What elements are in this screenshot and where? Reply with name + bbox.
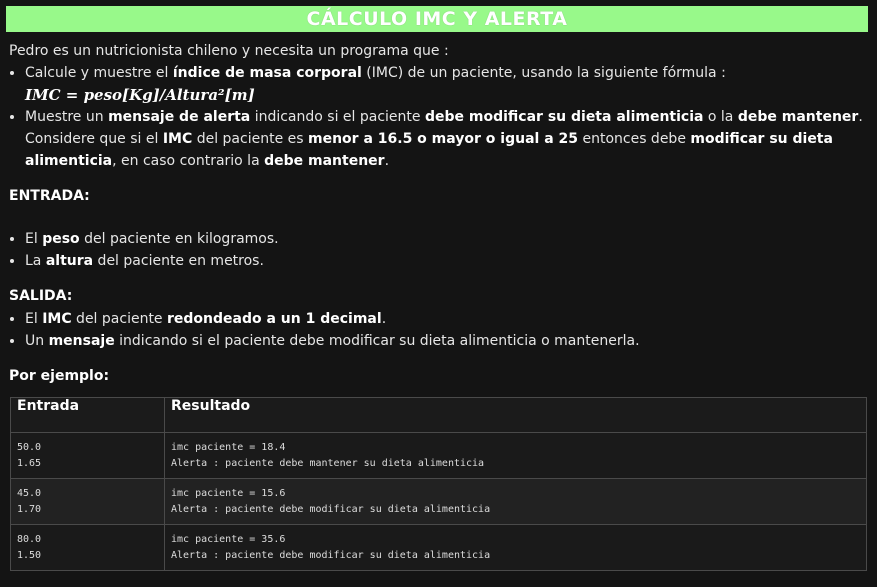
text: . (381, 311, 387, 327)
entrada-item: La altura del paciente en metros. (25, 250, 869, 272)
text: La (25, 253, 46, 269)
bold-text: redondeado a un 1 decimal (167, 311, 382, 327)
text: Un (25, 333, 49, 349)
salida-item: El IMC del paciente redondeado a un 1 de… (25, 308, 869, 330)
intro-text: Pedro es un nutricionista chileno y nece… (9, 43, 449, 59)
title-banner: CÁLCULO IMC Y ALERTA (6, 6, 868, 32)
bold-text: índice de masa corporal (172, 65, 362, 81)
text: entonces debe (578, 131, 691, 147)
bold-text: altura (45, 253, 94, 269)
text: indicando si el paciente debe modificar … (114, 333, 640, 349)
example-heading: Por ejemplo: (9, 368, 110, 384)
entrada-item: El peso del paciente en kilogramos. (25, 228, 869, 250)
text: del paciente (71, 311, 167, 327)
entrada-cell: 45.0 1.70 (10, 478, 165, 525)
text: Calcule y muestre el (25, 65, 173, 81)
salida-list: El IMC del paciente redondeado a un 1 de… (9, 308, 869, 352)
text: del paciente en kilogramos. (79, 231, 279, 247)
bold-text: mensaje de alerta (108, 109, 251, 125)
text: del paciente en metros. (93, 253, 264, 269)
entrada-cell: 50.0 1.65 (10, 432, 165, 479)
bold-text: IMC (162, 131, 193, 147)
bold-text: debe modificar su dieta alimenticia (424, 109, 704, 125)
table-row: 80.0 1.50 imc paciente = 35.6 Alerta : p… (10, 524, 867, 571)
page-title: CÁLCULO IMC Y ALERTA (306, 8, 568, 30)
resultado-cell: imc paciente = 18.4 Alerta : paciente de… (164, 432, 867, 479)
text: Muestre un (25, 109, 109, 125)
table-header-row: Entrada Resultado (10, 397, 867, 433)
entrada-heading: ENTRADA: (9, 188, 90, 204)
text: El (25, 311, 43, 327)
requirements-list: Calcule y muestre el índice de masa corp… (9, 62, 869, 172)
text: El (25, 231, 43, 247)
table-row: 45.0 1.70 imc paciente = 15.6 Alerta : p… (10, 478, 867, 525)
bold-text: mensaje (48, 333, 115, 349)
resultado-cell: imc paciente = 15.6 Alerta : paciente de… (164, 478, 867, 525)
text: . (384, 153, 390, 169)
requirement-item: Calcule y muestre el índice de masa corp… (25, 62, 869, 106)
bold-text: IMC (42, 311, 72, 327)
bold-text: debe mantener (264, 153, 385, 169)
text: , en caso contrario la (112, 153, 265, 169)
bold-text: menor a 16.5 o mayor o igual a 25 (308, 131, 579, 147)
salida-heading: SALIDA: (9, 288, 73, 304)
table-row: 50.0 1.65 imc paciente = 18.4 Alerta : p… (10, 432, 867, 479)
text: (IMC) de un paciente, usando la siguient… (361, 65, 726, 81)
resultado-cell: imc paciente = 35.6 Alerta : paciente de… (164, 524, 867, 571)
entrada-cell: 80.0 1.50 (10, 524, 165, 571)
bold-text: debe mantener (737, 109, 859, 125)
column-header-resultado: Resultado (164, 397, 867, 433)
column-header-entrada: Entrada (10, 397, 165, 433)
entrada-list: El peso del paciente en kilogramos. La a… (9, 228, 869, 272)
imc-formula: IMC = peso[Kg]/Altura²[m] (25, 86, 255, 104)
salida-item: Un mensaje indicando si el paciente debe… (25, 330, 869, 352)
bold-text: peso (42, 231, 80, 247)
requirement-item: Muestre un mensaje de alerta indicando s… (25, 106, 869, 172)
text: o la (703, 109, 738, 125)
problem-statement: Pedro es un nutricionista chileno y nece… (9, 40, 869, 386)
examples-table: Entrada Resultado 50.0 1.65 imc paciente… (10, 397, 867, 571)
text: del paciente es (192, 131, 308, 147)
text: indicando si el paciente (250, 109, 425, 125)
